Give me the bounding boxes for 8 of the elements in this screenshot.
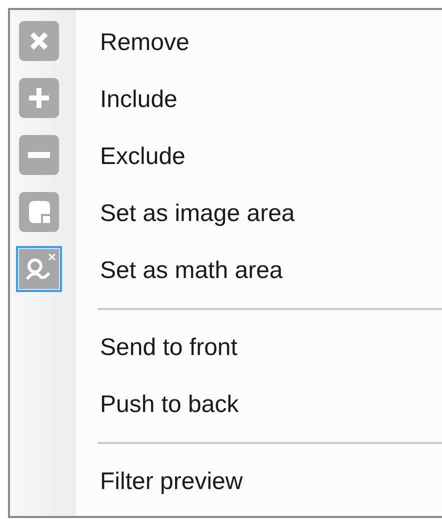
menu-item[interactable]: Push to back <box>100 386 239 422</box>
menu-item[interactable]: Filter preview <box>100 464 243 500</box>
menu-item[interactable]: Set as math area <box>100 252 283 288</box>
menu-item[interactable]: Exclude <box>100 138 186 174</box>
menu-item[interactable]: Set as image area <box>100 196 295 232</box>
menu-item[interactable]: Send to front <box>100 330 238 366</box>
menu-item[interactable]: Remove <box>100 24 190 60</box>
menu-item[interactable]: Include <box>100 82 178 118</box>
